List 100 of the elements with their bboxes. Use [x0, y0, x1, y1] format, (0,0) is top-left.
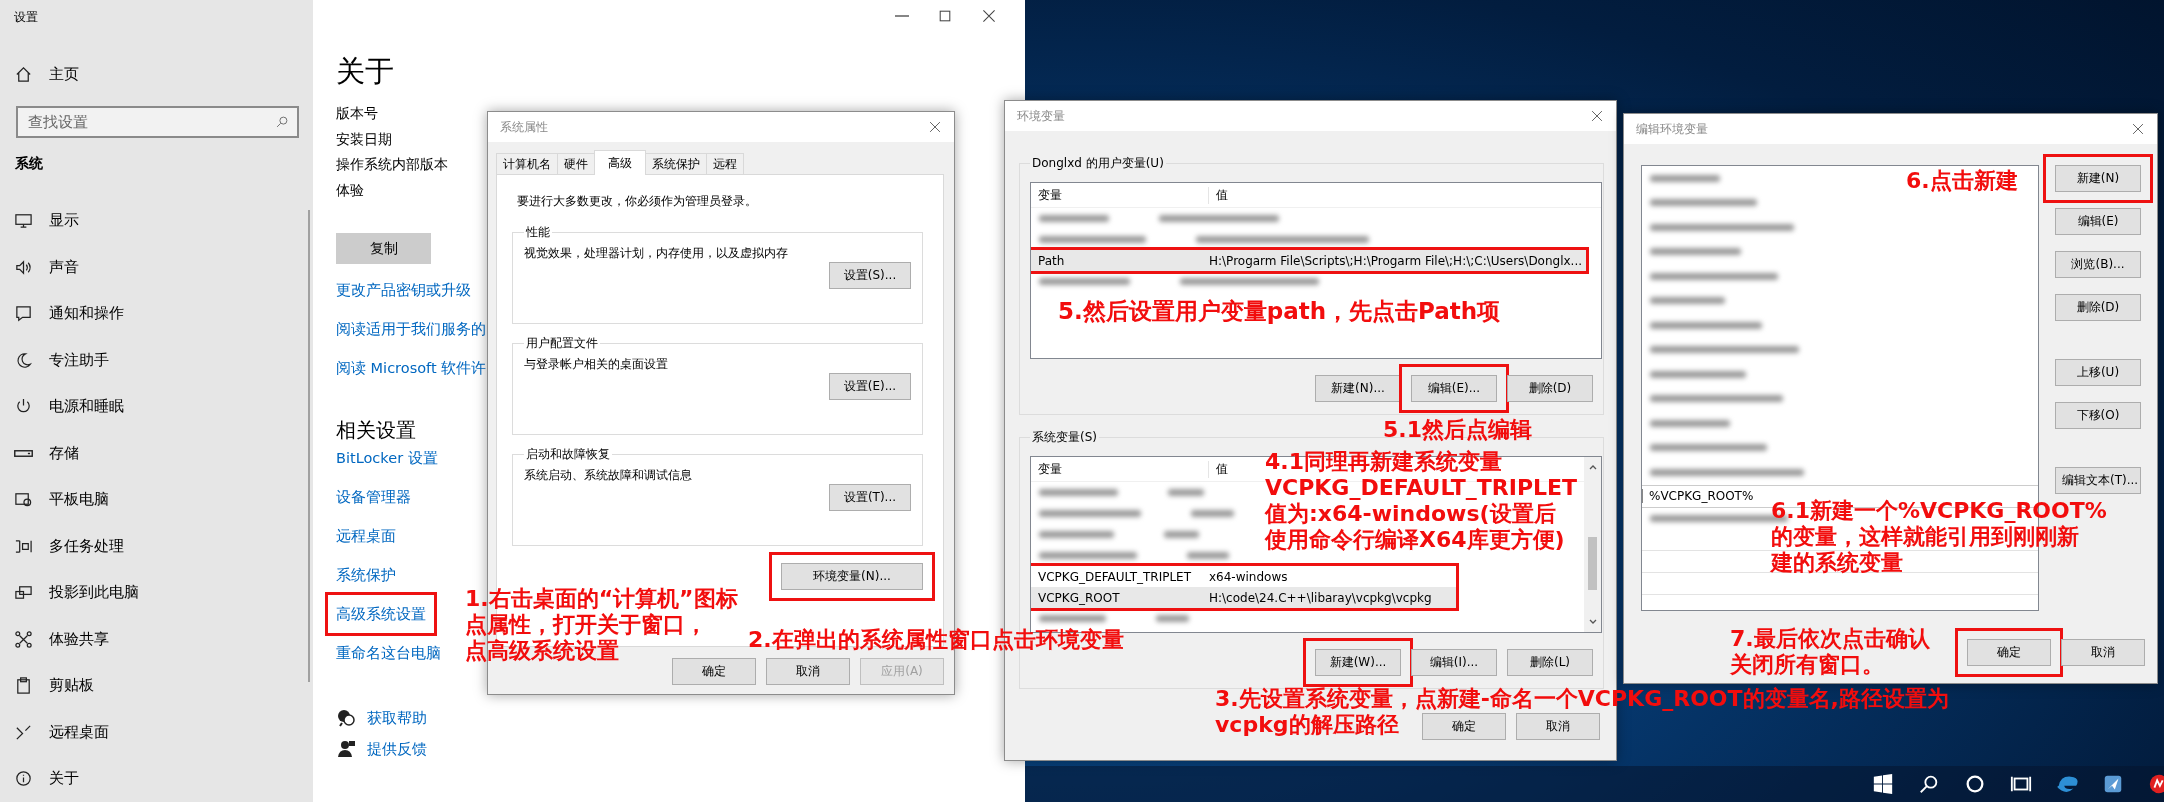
link[interactable]: 系统保护 — [336, 565, 396, 586]
list-button[interactable]: 删除(D) — [1507, 375, 1593, 402]
settings-button[interactable]: 设置(S)... — [829, 262, 911, 289]
variable-value: x64-windows — [1209, 569, 1288, 584]
nav-item[interactable]: 电源和睡眠 — [0, 383, 124, 430]
list-button[interactable]: 编辑(I)... — [1411, 649, 1497, 676]
link[interactable]: 获取帮助 — [367, 708, 427, 729]
nav-item[interactable]: 剪贴板 — [0, 662, 94, 709]
tab[interactable]: 计算机名 — [496, 153, 558, 174]
nav-item[interactable]: 专注助手 — [0, 336, 109, 384]
list-button[interactable]: 新建(W)... — [1315, 649, 1401, 676]
scrollbar-thumb[interactable] — [1588, 537, 1597, 590]
group-description: 系统启动、系统故障和调试信息 — [524, 467, 693, 484]
environment-variables-button[interactable]: 环境变量(N)... — [781, 563, 923, 590]
list-button[interactable]: 下移(O) — [2055, 402, 2141, 429]
share-icon — [14, 629, 33, 649]
tab[interactable]: 远程 — [706, 153, 744, 174]
nav-item[interactable]: 通知和操作 — [0, 290, 124, 337]
moon-icon — [14, 350, 33, 370]
dialog-button[interactable]: 确定 — [1967, 639, 2051, 666]
dialog-button[interactable]: 确定 — [672, 658, 756, 685]
window-title: 环境变量 — [1017, 107, 1065, 125]
copy-button[interactable]: 复制 — [336, 233, 431, 265]
link[interactable]: 阅读 Microsoft 软件许 — [336, 358, 487, 379]
link[interactable]: 高级系统设置 — [336, 606, 426, 623]
list-button[interactable]: 编辑文本(T)... — [2055, 467, 2141, 494]
list-row[interactable]: Path H:\Progarm File\Scripts\;H:\Progarm File\;H:\;C:\Users\Donglx... — [1031, 250, 1586, 271]
link[interactable]: 提供反馈 — [367, 739, 427, 760]
column-header: 值 — [1215, 460, 1228, 478]
link[interactable]: 阅读适用于我们服务的 — [336, 319, 486, 340]
group-title: Donglxd 的用户变量(U) — [1031, 155, 1165, 172]
annotation-text: 点属性，打开关于窗口， — [465, 612, 707, 638]
nav-item[interactable]: 远程桌面 — [0, 708, 109, 756]
variable-name: VCPKG_DEFAULT_TRIPLET — [1037, 569, 1192, 584]
list-button[interactable]: 新建(N) — [2055, 165, 2141, 192]
nav-item[interactable]: 关于 — [0, 755, 79, 802]
spec-label: 操作系统内部版本 — [336, 155, 448, 175]
close-icon — [1590, 109, 1604, 123]
link[interactable]: 设备管理器 — [336, 487, 411, 508]
search-icon — [1918, 773, 1940, 795]
section-heading: 系统 — [15, 154, 43, 173]
variable-name: Path — [1037, 253, 1066, 268]
close-icon — [981, 8, 997, 24]
clipboard-icon — [14, 676, 33, 696]
annotation-text: 5.1然后点编辑 — [1383, 417, 1532, 443]
link[interactable]: 重命名这台电脑 — [336, 643, 441, 664]
link[interactable]: 更改产品密钥或升级 — [336, 280, 471, 301]
group-description: 与登录帐户相关的桌面设置 — [524, 356, 669, 373]
list-button[interactable]: 浏览(B)... — [2055, 251, 2141, 278]
dialog-button[interactable]: 取消 — [1516, 713, 1600, 740]
settings-button[interactable]: 设置(E)... — [829, 373, 911, 400]
list-button[interactable]: 删除(L) — [1507, 649, 1593, 676]
annotation-text: 使用命令行编译X64库更方便) — [1265, 527, 1565, 553]
annotation-text: 4.1同理再新建系统变量 — [1265, 449, 1502, 475]
link[interactable]: BitLocker 设置 — [336, 448, 438, 469]
feedback-icon — [336, 739, 356, 760]
section-heading: 相关设置 — [336, 417, 416, 445]
search-field[interactable]: 查找设置 — [16, 105, 299, 138]
group-title: 用户配置文件 — [525, 335, 599, 352]
link[interactable]: 远程桌面 — [336, 526, 396, 547]
annotation-text: 点高级系统设置 — [465, 638, 619, 664]
circle-icon — [1964, 773, 1986, 795]
column-header: 变量 — [1031, 460, 1209, 478]
tab[interactable]: 高级 — [594, 150, 646, 175]
nav-item[interactable]: 体验共享 — [0, 615, 109, 663]
annotation-text: 6.点击新建 — [1906, 168, 2018, 194]
list-button[interactable]: 删除(D) — [2055, 294, 2141, 321]
annotation-text: 7.最后依次点击确认 — [1730, 626, 1930, 652]
app-icon — [2148, 773, 2164, 795]
home-link[interactable]: 主页 — [0, 63, 79, 87]
dialog-button[interactable]: 确定 — [1422, 713, 1506, 740]
close-icon — [2131, 122, 2145, 136]
home-icon — [14, 65, 33, 85]
list-button[interactable]: 编辑(E)... — [1411, 375, 1497, 402]
nav-item[interactable]: 平板电脑 — [0, 476, 109, 523]
dialog-button[interactable]: 取消 — [2061, 639, 2145, 666]
nav-item[interactable]: 多任务处理 — [0, 522, 124, 570]
spec-label: 安装日期 — [336, 129, 392, 149]
list-row[interactable]: VCPKG_DEFAULT_TRIPLET x64-windows — [1031, 566, 1456, 587]
list-row[interactable]: VCPKG_ROOT H:\code\24.C++\libaray\vcpkg\vcpkg — [1031, 587, 1456, 608]
nav-item[interactable]: 声音 — [0, 243, 79, 291]
close-icon — [928, 120, 942, 134]
column-header: 值 — [1215, 186, 1228, 204]
annotation-text: 5.然后设置用户变量path，先点击Path项 — [1058, 298, 1501, 324]
nav-item[interactable]: 存储 — [0, 429, 79, 477]
nav-item[interactable]: 显示 — [0, 197, 79, 244]
nav-item[interactable]: 投影到此电脑 — [0, 569, 139, 616]
maximize-icon — [937, 8, 953, 24]
windows-logo-icon — [1872, 773, 1894, 795]
blurred-text — [1650, 174, 1720, 182]
settings-button[interactable]: 设置(T)... — [829, 484, 911, 511]
annotation-text: 1.右击桌面的“计算机”图标 — [465, 586, 738, 612]
list-button[interactable]: 新建(N)... — [1315, 375, 1401, 402]
dialog-button[interactable]: 取消 — [766, 658, 850, 685]
annotation-text: 建的系统变量 — [1771, 550, 1903, 576]
spec-label: 版本号 — [336, 104, 378, 123]
list-button[interactable]: 上移(U) — [2055, 359, 2141, 386]
list-button[interactable]: 编辑(E) — [2055, 208, 2141, 235]
group-title: 启动和故障恢复 — [525, 446, 611, 463]
annotation-text: 关闭所有窗口。 — [1730, 652, 1884, 678]
